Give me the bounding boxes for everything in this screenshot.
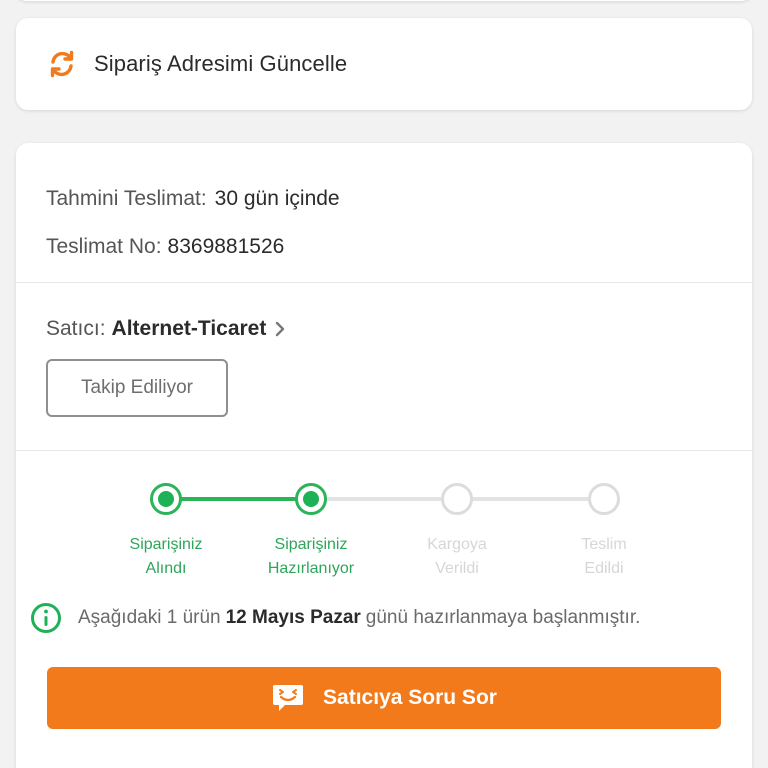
info-prefix: Aşağıdaki 1 ürün — [78, 607, 221, 628]
step-label-preparing: Siparişiniz Hazırlanıyor — [267, 536, 355, 577]
step-indicator-delivered — [588, 483, 620, 515]
previous-card — [16, 0, 752, 1]
delivery-info-section: Tahmini Teslimat: 30 gün içinde Teslimat… — [16, 143, 752, 283]
info-icon — [30, 602, 62, 634]
preparation-info: Aşağıdaki 1 ürün 12 Mayıs Pazar günü haz… — [30, 602, 640, 634]
step-indicator-preparing — [295, 483, 327, 515]
follow-button[interactable]: Takip Ediliyor — [46, 359, 228, 417]
estimated-delivery-row: Tahmini Teslimat: 30 gün içinde — [46, 175, 722, 223]
ask-seller-label: Satıcıya Soru Sor — [323, 686, 497, 709]
seller-label: Satıcı: — [46, 317, 106, 340]
seller-name: Alternet-Ticaret — [111, 317, 267, 340]
ask-seller-button[interactable]: Satıcıya Soru Sor — [47, 667, 721, 729]
progress-line-pending — [311, 497, 456, 501]
seller-link[interactable]: Satıcı: Alternet-Ticaret — [46, 317, 722, 341]
order-status-tracker: Siparişiniz Alındı Siparişiniz Hazırlanı… — [16, 451, 752, 591]
estimated-delivery-label: Tahmini Teslimat: — [46, 187, 207, 210]
info-date: 12 Mayıs Pazar — [225, 607, 361, 628]
chevron-right-icon — [274, 320, 286, 338]
info-suffix: günü hazırlanmaya başlanmıştır. — [365, 607, 641, 628]
refresh-icon — [46, 48, 78, 80]
chat-smile-icon — [271, 683, 305, 713]
step-label-delivered: Teslim Edildi — [581, 536, 627, 577]
seller-section: Satıcı: Alternet-Ticaret Takip Ediliyor — [16, 283, 752, 451]
progress-line-pending — [456, 497, 604, 501]
step-indicator-shipped — [441, 483, 473, 515]
update-address-title: Sipariş Adresimi Güncelle — [94, 51, 348, 76]
progress-line-done — [166, 497, 311, 501]
update-address-card[interactable]: Sipariş Adresimi Güncelle — [16, 18, 752, 110]
delivery-number-label: Teslimat No: — [46, 235, 162, 258]
delivery-number-row: Teslimat No: 8369881526 — [46, 223, 722, 271]
delivery-number-value: 8369881526 — [167, 235, 285, 258]
step-label-shipped: Kargoya Verildi — [427, 536, 487, 577]
step-indicator-received — [150, 483, 182, 515]
step-label-received: Siparişiniz Alındı — [129, 536, 203, 577]
estimated-delivery-value: 30 gün içinde — [214, 187, 340, 210]
